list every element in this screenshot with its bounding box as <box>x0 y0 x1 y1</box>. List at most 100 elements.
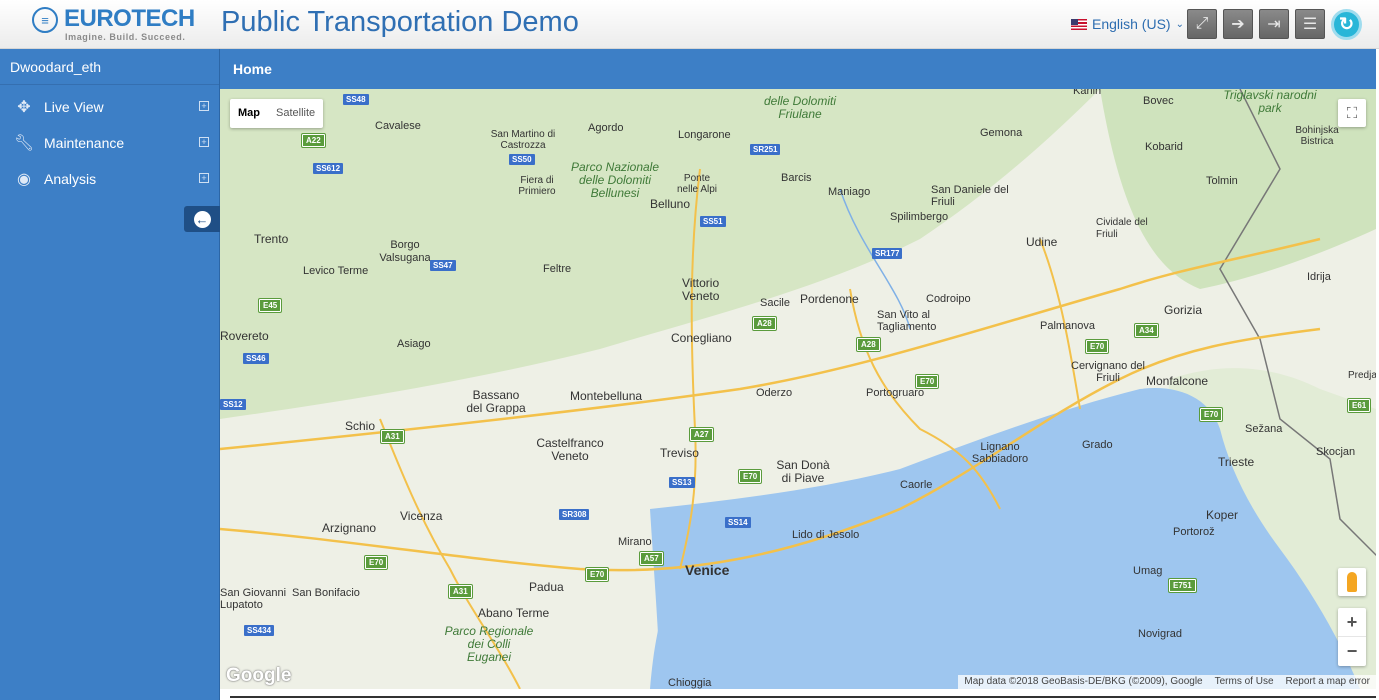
road-shield: E751 <box>1168 578 1197 593</box>
road-shield: SS12 <box>220 399 246 410</box>
road-shield: A31 <box>380 429 405 444</box>
sidebar: Dwoodard_eth ✥ Live View + 🔧︎ Maintenanc… <box>0 49 220 700</box>
expand-icon[interactable]: + <box>199 137 209 147</box>
map-type-control: Map Satellite <box>230 99 324 128</box>
road-shield: E70 <box>1198 407 1224 422</box>
road-shield: A27 <box>689 427 714 442</box>
road-shield: SS51 <box>700 216 726 227</box>
city-label: San Martino di Castrozza <box>490 129 556 151</box>
chevron-down-icon: ⌄ <box>1175 18 1184 30</box>
expand-icon: ⛶ <box>1346 104 1358 122</box>
road-shield: A28 <box>856 337 881 352</box>
city-label: Trieste <box>1218 455 1255 469</box>
road-shield: A28 <box>752 316 777 331</box>
eurotech-logo[interactable]: ≡ EUROTECH Imagine. Build. Succeed. <box>32 5 195 43</box>
eye-icon: ◉ <box>17 171 31 188</box>
city-label: San Bonifacio <box>292 587 360 599</box>
city-label: Treviso <box>660 446 699 460</box>
sidebar-item-maintenance[interactable]: 🔧︎ Maintenance + <box>0 125 219 161</box>
park-label: Parco Regionale dei Colli Euganei <box>444 624 534 664</box>
city-label: Conegliano <box>671 331 732 345</box>
road-shield: SS50 <box>509 154 535 165</box>
city-label: Maniago <box>828 186 871 198</box>
sidebar-item-label: Analysis <box>44 171 97 187</box>
city-label: Rovereto <box>220 329 269 343</box>
language-selector[interactable]: English (US) ⌄ <box>1071 16 1184 32</box>
road-shield: E70 <box>363 555 389 570</box>
fullscreen-button[interactable]: ⤢ <box>1187 9 1217 39</box>
city-label: San Giovanni Lupatoto <box>220 587 287 611</box>
city-label: Oderzo <box>756 387 793 399</box>
zoom-in-button[interactable]: + <box>1338 608 1366 637</box>
logo-name: EUROTECH <box>64 5 195 32</box>
park-label: Parco Nazionale delle Dolomiti Bellunesi <box>570 160 660 200</box>
city-label: Gemona <box>980 127 1023 139</box>
map-view[interactable]: Map Satellite ⛶ + − Google Map data ©201… <box>220 89 1376 689</box>
road-shield: SS612 <box>313 163 344 174</box>
menu-button[interactable]: ☰ <box>1295 9 1325 39</box>
map-type-satellite[interactable]: Satellite <box>268 99 323 128</box>
road-shield: SS13 <box>669 477 695 488</box>
city-label: Lido di Jesolo <box>792 529 860 541</box>
breadcrumb-home[interactable]: Home <box>233 61 272 77</box>
sidebar-item-analysis[interactable]: ◉ Analysis + <box>0 161 219 197</box>
login-icon: ➔ <box>1231 16 1245 33</box>
street-view-pegman[interactable] <box>1338 568 1366 596</box>
login-button[interactable]: ➔ <box>1223 9 1253 39</box>
map-fullscreen-button[interactable]: ⛶ <box>1338 99 1366 127</box>
city-label: Feltre <box>543 263 572 275</box>
city-label: Umag <box>1133 565 1163 577</box>
road-shield: A22 <box>301 133 326 148</box>
city-label: Chioggia <box>668 677 712 689</box>
city-label: Bovec <box>1143 95 1174 107</box>
collapse-sidebar-button[interactable]: ← <box>184 206 220 232</box>
map-data-credit: Map data ©2018 GeoBasis-DE/BKG (©2009), … <box>964 676 1203 687</box>
wrench-icon: 🔧︎ <box>13 135 35 152</box>
city-label: Skocjan <box>1316 446 1356 458</box>
city-label: Kobarid <box>1145 141 1183 153</box>
road-shield: E61 <box>1346 398 1372 413</box>
city-label: Kanin <box>1073 89 1102 97</box>
logout-button[interactable]: ⇥ <box>1259 9 1289 39</box>
road-shield: A57 <box>639 551 664 566</box>
city-label: Castelfranco Veneto <box>536 436 604 463</box>
road-shield: E70 <box>584 567 610 582</box>
road-shield: SS14 <box>725 517 751 528</box>
cloud-sync-button[interactable]: ↻ <box>1331 9 1362 40</box>
park-label: Triglavski narodni park <box>1223 89 1317 115</box>
expand-icon[interactable]: + <box>199 101 209 111</box>
logout-icon: ⇥ <box>1267 16 1281 33</box>
city-label: Portogruaro <box>866 387 925 399</box>
report-error-link[interactable]: Report a map error <box>1286 676 1370 688</box>
city-label: Fiera di Primiero <box>518 175 556 197</box>
city-label: Pordenone <box>800 292 859 306</box>
city-label: Schio <box>345 419 376 433</box>
city-label: Idrija <box>1307 271 1331 283</box>
city-label: Bohinjska Bistrica <box>1295 125 1339 147</box>
city-label: Vittorio Veneto <box>682 276 720 303</box>
city-label: Cervignano del Friuli <box>1071 360 1145 384</box>
park-label: delle Dolomiti Friulane <box>763 94 837 121</box>
city-label: Udine <box>1026 235 1058 249</box>
city-label: Portorož <box>1173 526 1215 538</box>
city-label: Vicenza <box>400 509 443 523</box>
city-label: Montebelluna <box>570 389 643 403</box>
road-shield: SR251 <box>750 144 781 155</box>
map-attribution: Map data ©2018 GeoBasis-DE/BKG (©2009), … <box>958 675 1376 689</box>
road-shield: SS48 <box>343 94 369 105</box>
map-type-map[interactable]: Map <box>230 99 268 128</box>
city-label: San Vito al Tagliamento <box>877 309 937 333</box>
city-label: Trento <box>254 232 289 246</box>
road-shield: E70 <box>914 374 940 389</box>
sidebar-item-live-view[interactable]: ✥ Live View + <box>0 89 219 125</box>
city-label: Tolmin <box>1206 175 1238 187</box>
zoom-out-button[interactable]: − <box>1338 637 1366 666</box>
expand-icon[interactable]: + <box>199 173 209 183</box>
city-label: Mirano <box>618 536 652 548</box>
city-label: Grado <box>1082 439 1113 451</box>
google-logo: Google <box>226 665 292 686</box>
page-title: Public Transportation Demo <box>221 6 579 38</box>
terms-link[interactable]: Terms of Use <box>1215 676 1274 688</box>
city-label: Caorle <box>900 479 933 491</box>
city-label: Predjama <box>1348 370 1376 381</box>
